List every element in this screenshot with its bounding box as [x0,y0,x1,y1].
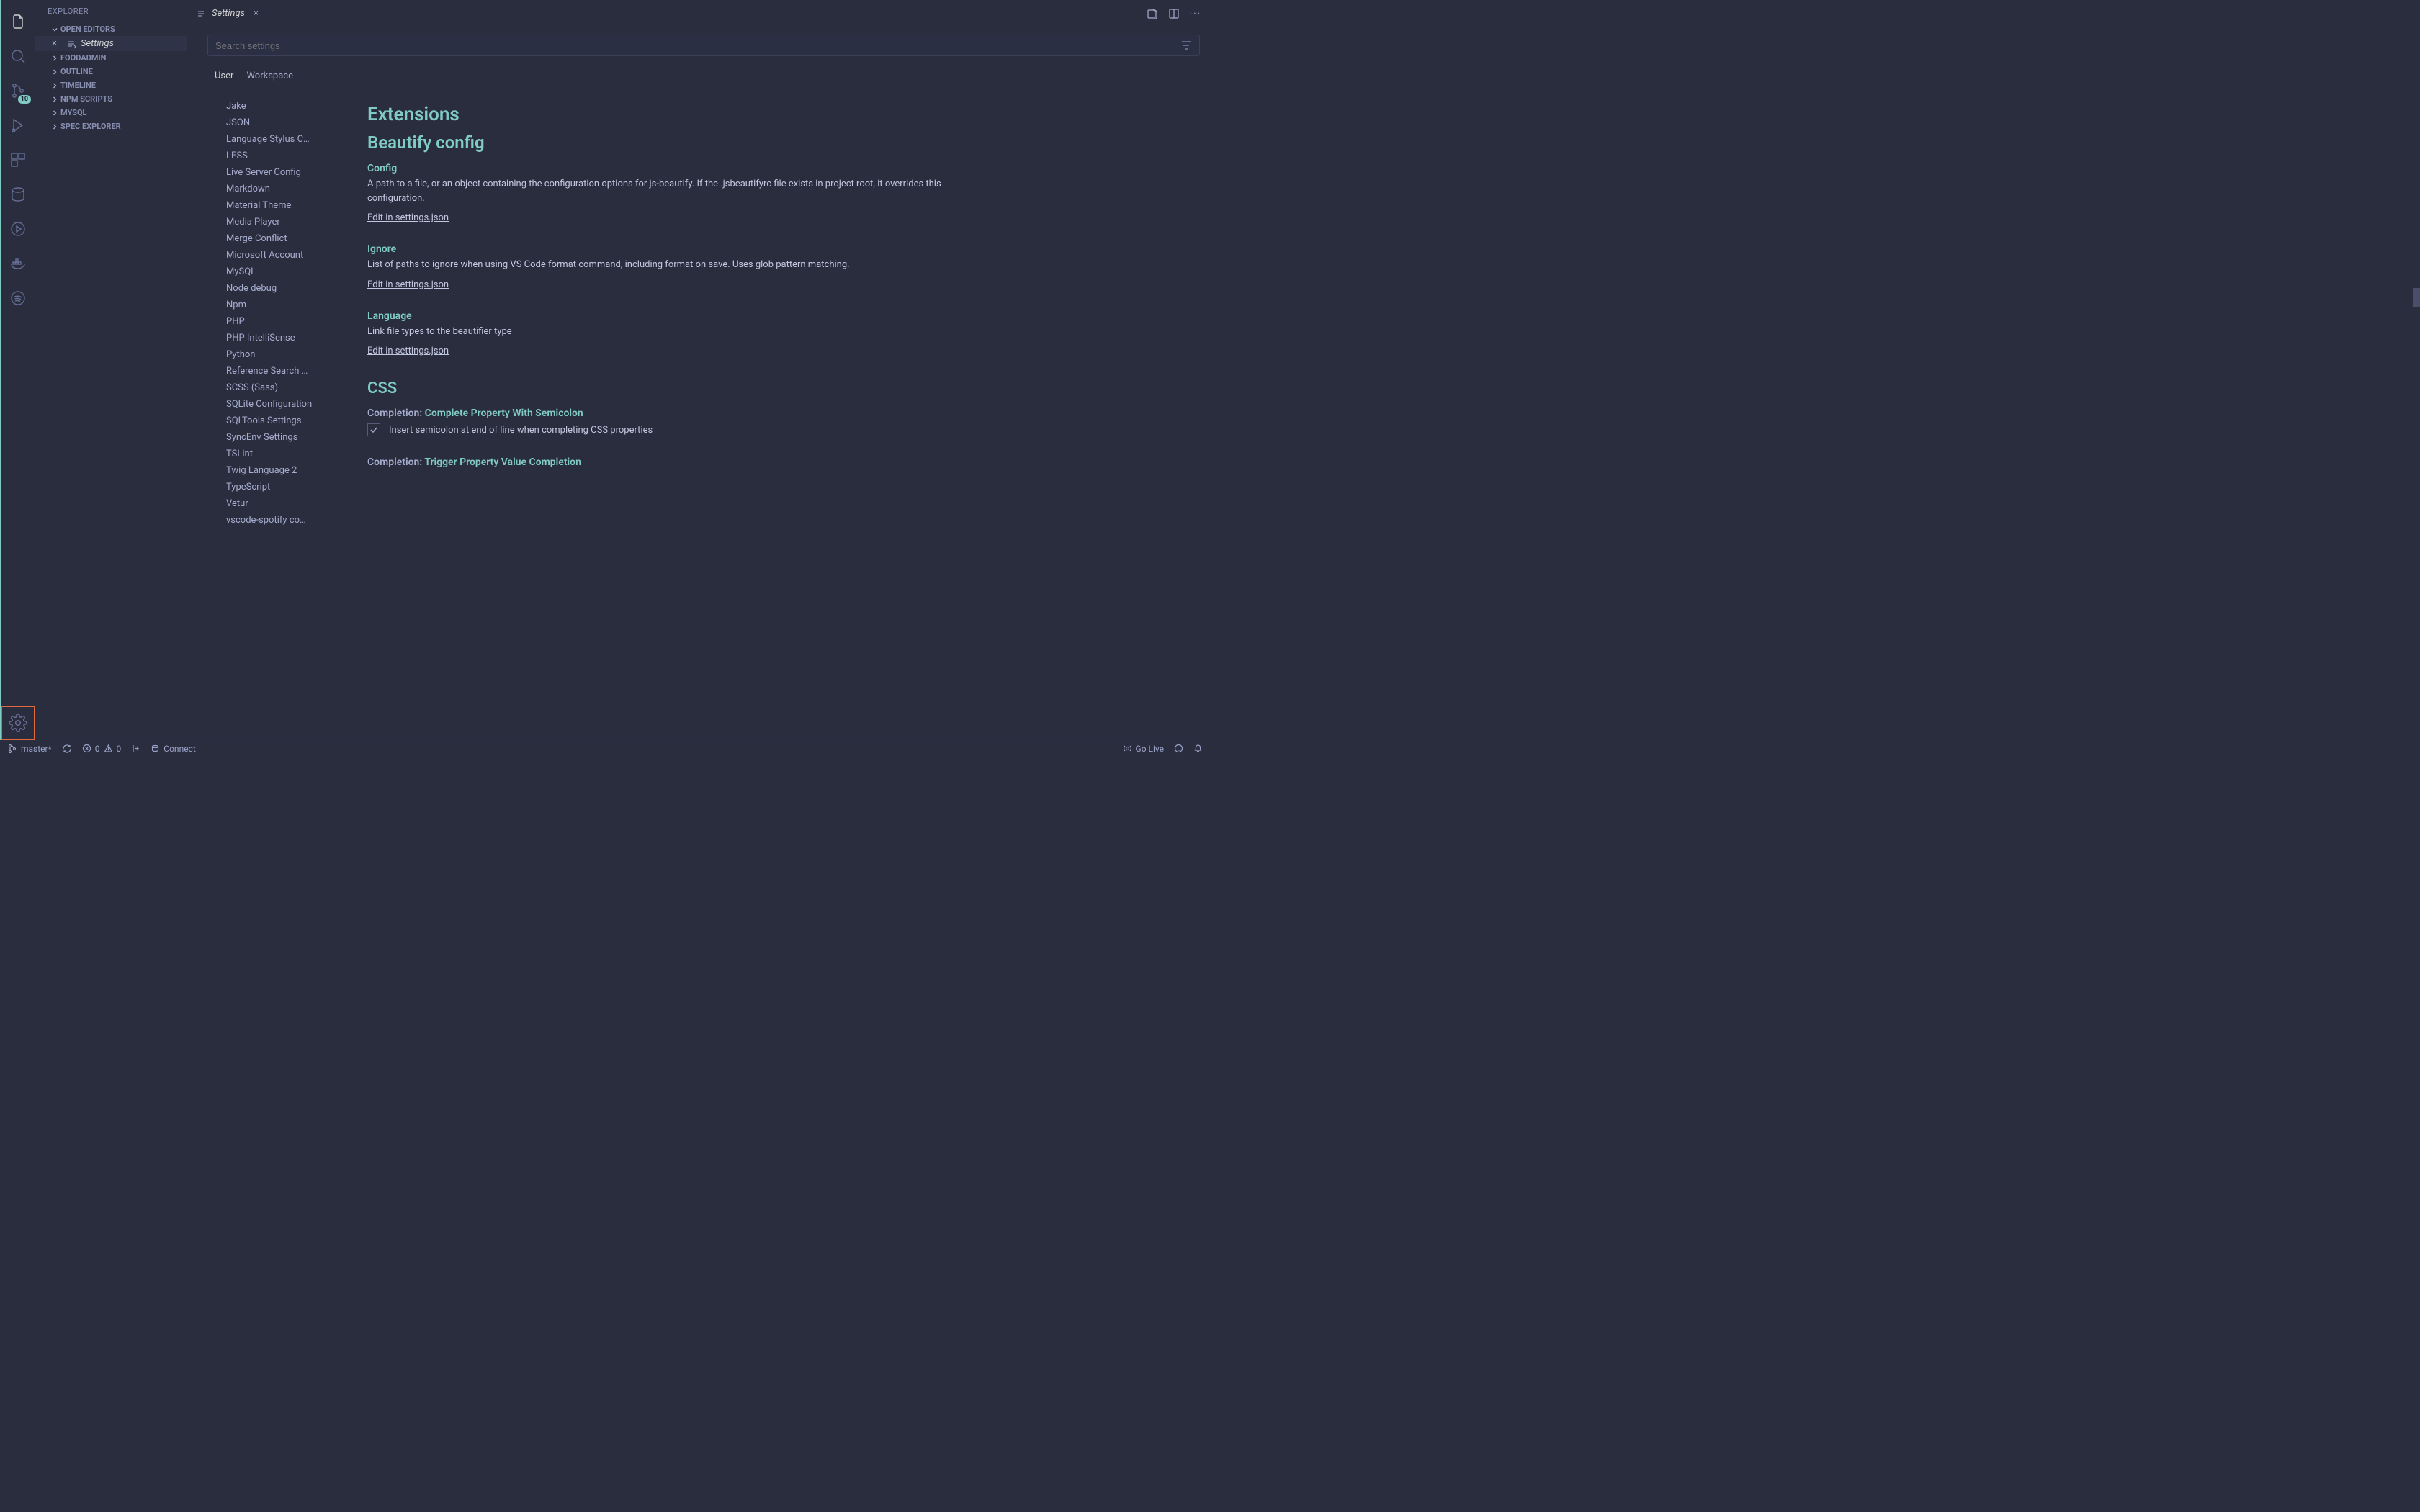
toc-item[interactable]: Node debug [226,280,344,297]
status-bar: master* 0 0 Connect Go Live [0,740,1210,756]
toc-item[interactable]: JSON [226,114,344,131]
toc-item[interactable]: LESS [226,148,344,164]
edit-in-settings-json[interactable]: Edit in settings.json [367,212,449,223]
setting-config: Config A path to a file, or an object co… [367,163,987,223]
edit-in-settings-json[interactable]: Edit in settings.json [367,279,449,290]
sidebar-section-npm[interactable]: NPM SCRIPTS [35,92,187,106]
chevron-right-icon [50,54,59,63]
extensions-heading: Extensions [367,104,1200,125]
css-heading: CSS [367,379,1200,397]
sidebar-title: EXPLORER [35,0,187,22]
sidebar-section-timeline[interactable]: TIMELINE [35,78,187,92]
status-connect[interactable]: Connect [151,744,195,754]
toc-item[interactable]: Language Stylus C… [226,131,344,148]
toc-item[interactable]: Material Theme [226,197,344,214]
chevron-right-icon [50,95,59,104]
setting-ignore: Ignore List of paths to ignore when usin… [367,243,987,290]
settings-search-input[interactable] [215,40,1180,51]
open-settings-json-icon[interactable] [1147,8,1158,19]
sidebar-section-foodadmin[interactable]: FOODADMIN [35,51,187,65]
toc-item[interactable]: Reference Search … [226,363,344,379]
toc-item[interactable]: Vetur [226,495,344,512]
chevron-right-icon [50,68,59,76]
activity-spotify[interactable] [1,281,35,315]
sidebar-section-mysql[interactable]: MYSQL [35,106,187,120]
settings-scope-tabs: User Workspace [207,65,1200,89]
toc-item[interactable]: Markdown [226,181,344,197]
toc-item[interactable]: PHP IntelliSense [226,330,344,346]
close-icon[interactable]: × [254,8,259,19]
toc-item[interactable]: PHP [226,313,344,330]
settings-icon [66,39,76,49]
edit-in-settings-json[interactable]: Edit in settings.json [367,346,449,356]
toc-item[interactable]: Twig Language 2 [226,462,344,479]
split-editor-icon[interactable] [1168,8,1180,19]
more-icon[interactable]: ··· [1190,9,1201,19]
settings-search[interactable] [207,35,1200,56]
toc-item[interactable]: Media Player [226,214,344,230]
chevron-right-icon [50,109,59,117]
chevron-down-icon [50,25,59,34]
activity-settings-gear[interactable] [1,706,35,740]
activity-bar: 10 [0,0,35,740]
tab-bar: Settings × ··· [187,0,1210,27]
toc-item[interactable]: SyncEnv Settings [226,429,344,446]
activity-run[interactable] [1,108,35,143]
status-feedback[interactable] [1174,744,1183,753]
sidebar-section-spec[interactable]: SPEC EXPLORER [35,120,187,133]
status-branch[interactable]: master* [7,744,52,754]
status-sync[interactable] [62,744,72,754]
checkbox-semicolon[interactable] [367,423,380,436]
chevron-right-icon [50,122,59,131]
toc-item[interactable]: MySQL [226,264,344,280]
activity-liveshare[interactable] [1,212,35,246]
toc-item[interactable]: Jake [226,98,344,114]
chevron-right-icon [50,81,59,90]
settings-toc: JakeJSONLanguage Stylus C…LESSLive Serve… [207,94,344,740]
toc-item[interactable]: SCSS (Sass) [226,379,344,396]
scope-workspace[interactable]: Workspace [246,65,293,89]
settings-icon [196,9,206,19]
source-control-badge: 10 [18,95,31,104]
status-bell[interactable] [1193,744,1203,753]
explorer-sidebar: EXPLORER OPEN EDITORS × Settings FOODADM… [35,0,187,740]
activity-docker[interactable] [1,246,35,281]
status-golive[interactable]: Go Live [1123,744,1164,754]
activity-explorer[interactable] [1,4,35,39]
activity-database[interactable] [1,177,35,212]
status-problems[interactable]: 0 0 [82,744,122,754]
toc-item[interactable]: Microsoft Account [226,247,344,264]
toc-item[interactable]: Live Server Config [226,164,344,181]
toc-item[interactable]: TSLint [226,446,344,462]
open-editor-settings[interactable]: × Settings [35,36,187,51]
setting-css-completion: Completion: Complete Property With Semic… [367,408,987,436]
sidebar-section-open-editors[interactable]: OPEN EDITORS [35,22,187,36]
toc-item[interactable]: vscode-spotify co… [226,512,344,528]
setting-language: Language Link file types to the beautifi… [367,310,987,357]
settings-content: Extensions Beautify config Config A path… [344,94,1200,740]
toc-item[interactable]: Npm [226,297,344,313]
setting-css-completion-2: Completion: Trigger Property Value Compl… [367,456,987,468]
toc-item[interactable]: SQLite Configuration [226,396,344,413]
sidebar-section-outline[interactable]: OUTLINE [35,65,187,78]
scope-user[interactable]: User [215,65,233,89]
toc-item[interactable]: SQLTools Settings [226,413,344,429]
filter-icon[interactable] [1180,40,1192,51]
status-indent[interactable] [131,744,140,753]
editor-area: Settings × ··· User Workspace [187,0,1210,740]
tab-settings[interactable]: Settings × [187,0,267,27]
activity-extensions[interactable] [1,143,35,177]
toc-item[interactable]: TypeScript [226,479,344,495]
activity-source-control[interactable]: 10 [1,73,35,108]
close-icon[interactable]: × [52,38,62,49]
toc-item[interactable]: Python [226,346,344,363]
toc-item[interactable]: Merge Conflict [226,230,344,247]
beautify-heading: Beautify config [367,132,1200,153]
activity-search[interactable] [1,39,35,73]
